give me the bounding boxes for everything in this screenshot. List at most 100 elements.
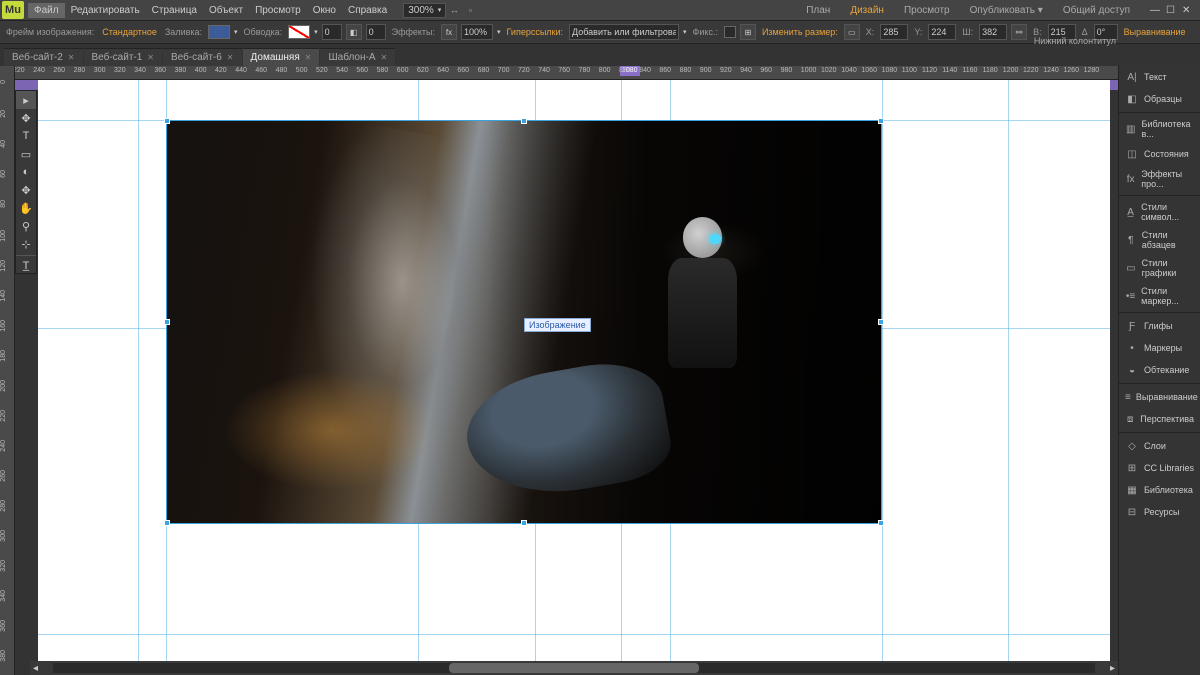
ruler-tick: 1160: [962, 67, 977, 74]
stroke-swatch[interactable]: [288, 25, 310, 39]
doc-icon[interactable]: ▫: [463, 3, 477, 17]
doc-tab[interactable]: Веб-сайт-2✕: [4, 48, 83, 66]
panel-item[interactable]: ⧈Перспектива: [1119, 408, 1200, 430]
panel-label: Обтекание: [1144, 365, 1189, 375]
menu-help[interactable]: Справка: [342, 3, 393, 18]
corner-input[interactable]: [366, 24, 386, 40]
effects-icon[interactable]: fx: [441, 24, 457, 40]
x-input[interactable]: [880, 24, 908, 40]
ruler-tick: 280: [0, 500, 14, 512]
panel-item[interactable]: ◒Обтекание: [1119, 359, 1200, 381]
tool-button[interactable]: ⚲: [16, 217, 36, 235]
ruler-tick: 680: [478, 67, 490, 74]
image-frame[interactable]: Изображение: [166, 120, 882, 524]
menu-file[interactable]: Файл: [28, 3, 65, 18]
panel-item[interactable]: ≡Выравнивание: [1119, 386, 1200, 408]
opt-align[interactable]: Выравнивание: [1122, 27, 1188, 37]
menu-view[interactable]: Просмотр: [249, 3, 307, 18]
ruler-tick: 860: [659, 67, 671, 74]
doc-tab[interactable]: Домашняя✕: [243, 48, 320, 66]
mode-share[interactable]: Общий доступ: [1053, 3, 1140, 18]
ruler-tick: 360: [0, 620, 14, 632]
panel-item[interactable]: fxЭффекты про...: [1119, 165, 1200, 193]
panel-item[interactable]: •Маркеры: [1119, 337, 1200, 359]
stroke-width-input[interactable]: [322, 24, 342, 40]
mode-plan[interactable]: План: [796, 3, 840, 18]
zoom-select[interactable]: 300%: [403, 3, 446, 18]
panel-item[interactable]: •≡Стили маркер...: [1119, 282, 1200, 310]
opt-standard[interactable]: Стандартное: [100, 27, 159, 37]
tool-button[interactable]: ✋: [16, 199, 36, 217]
hyperlink-input[interactable]: [569, 24, 679, 40]
close-icon[interactable]: ✕: [381, 53, 388, 62]
tool-button[interactable]: ✥: [16, 109, 36, 127]
ruler-tick: 1140: [942, 67, 957, 74]
menu-object[interactable]: Объект: [203, 3, 249, 18]
panel-item[interactable]: A̲Стили символ...: [1119, 198, 1200, 226]
win-min-icon[interactable]: —: [1150, 5, 1160, 15]
panel-label: Состояния: [1144, 149, 1189, 159]
ruler-tick: 260: [53, 67, 65, 74]
tool-button[interactable]: ▭: [16, 145, 36, 163]
ruler-tick: 440: [235, 67, 247, 74]
panel-item[interactable]: ▭Стили графики: [1119, 254, 1200, 282]
ruler-tick: 480: [276, 67, 288, 74]
tool-button[interactable]: T̲: [16, 255, 36, 273]
mode-publish[interactable]: Опубликовать ▾: [960, 3, 1053, 18]
panel-label: Стили графики: [1142, 258, 1194, 278]
opacity-input[interactable]: [461, 24, 493, 40]
scroll-thumb[interactable]: [449, 663, 699, 673]
canvas[interactable]: Изображение: [15, 80, 1118, 661]
panel-icon: •≡: [1125, 289, 1136, 303]
close-icon[interactable]: ✕: [305, 53, 312, 62]
menu-page[interactable]: Страница: [146, 3, 203, 18]
panel-item[interactable]: ▥Библиотека в...: [1119, 115, 1200, 143]
ruler-tick: 300: [94, 67, 106, 74]
close-icon[interactable]: ✕: [147, 53, 154, 62]
doc-tab[interactable]: Шаблон-A✕: [320, 48, 395, 66]
mode-preview[interactable]: Просмотр: [894, 3, 960, 18]
y-input[interactable]: [928, 24, 956, 40]
panel-label: Перспектива: [1140, 414, 1194, 424]
menu-edit[interactable]: Редактировать: [65, 3, 146, 18]
corner-icon[interactable]: ◧: [346, 24, 362, 40]
panel-item[interactable]: ƑГлифы: [1119, 315, 1200, 337]
panel-item[interactable]: ⊞CC Libraries: [1119, 457, 1200, 479]
win-max-icon[interactable]: ☐: [1166, 5, 1176, 15]
h-scrollbar[interactable]: ◂ ▸: [30, 661, 1118, 675]
win-close-icon[interactable]: ✕: [1182, 5, 1192, 15]
close-icon[interactable]: ✕: [227, 53, 234, 62]
tool-button[interactable]: ✥: [16, 181, 36, 199]
doc-tab[interactable]: Веб-сайт-1✕: [84, 48, 163, 66]
fill-swatch[interactable]: [208, 25, 230, 39]
ruler-tick: 1000: [801, 67, 817, 74]
close-icon[interactable]: ✕: [68, 53, 75, 62]
ruler-tick: 220: [0, 410, 14, 422]
panel-item[interactable]: ◇Слои: [1119, 435, 1200, 457]
footer-hint[interactable]: Нижний колонтитул: [1034, 36, 1116, 46]
tool-button[interactable]: ◐: [16, 163, 36, 181]
panel-label: Ресурсы: [1144, 507, 1180, 517]
opt-resize[interactable]: Изменить размер:: [760, 27, 840, 37]
panel-item[interactable]: A|Текст: [1119, 66, 1200, 88]
mode-design[interactable]: Дизайн: [840, 3, 894, 18]
tool-button[interactable]: T: [16, 127, 36, 145]
sync-icon[interactable]: ↔: [447, 3, 461, 17]
panel-item[interactable]: ⊟Ресурсы: [1119, 501, 1200, 523]
fixed-checkbox[interactable]: [724, 26, 736, 38]
opt-hyperlinks[interactable]: Гиперссылки:: [505, 27, 565, 37]
resize-icon[interactable]: ▭: [844, 24, 860, 40]
panel-item[interactable]: ◧Образцы: [1119, 88, 1200, 110]
w-input[interactable]: [979, 24, 1007, 40]
panel-item[interactable]: ¶Стили абзацев: [1119, 226, 1200, 254]
tool-button[interactable]: ▸: [16, 91, 36, 109]
tool-button[interactable]: ⊹: [16, 235, 36, 253]
doc-tab[interactable]: Веб-сайт-6✕: [163, 48, 242, 66]
menu-window[interactable]: Окно: [307, 3, 342, 18]
page[interactable]: Изображение: [38, 80, 1110, 661]
panel-item[interactable]: ▦Библиотека: [1119, 479, 1200, 501]
ruler-tick: 360: [154, 67, 166, 74]
panel-item[interactable]: ◫Состояния: [1119, 143, 1200, 165]
link-wh-icon[interactable]: ⚯: [1011, 24, 1027, 40]
pin-icon[interactable]: ⊞: [740, 24, 756, 40]
